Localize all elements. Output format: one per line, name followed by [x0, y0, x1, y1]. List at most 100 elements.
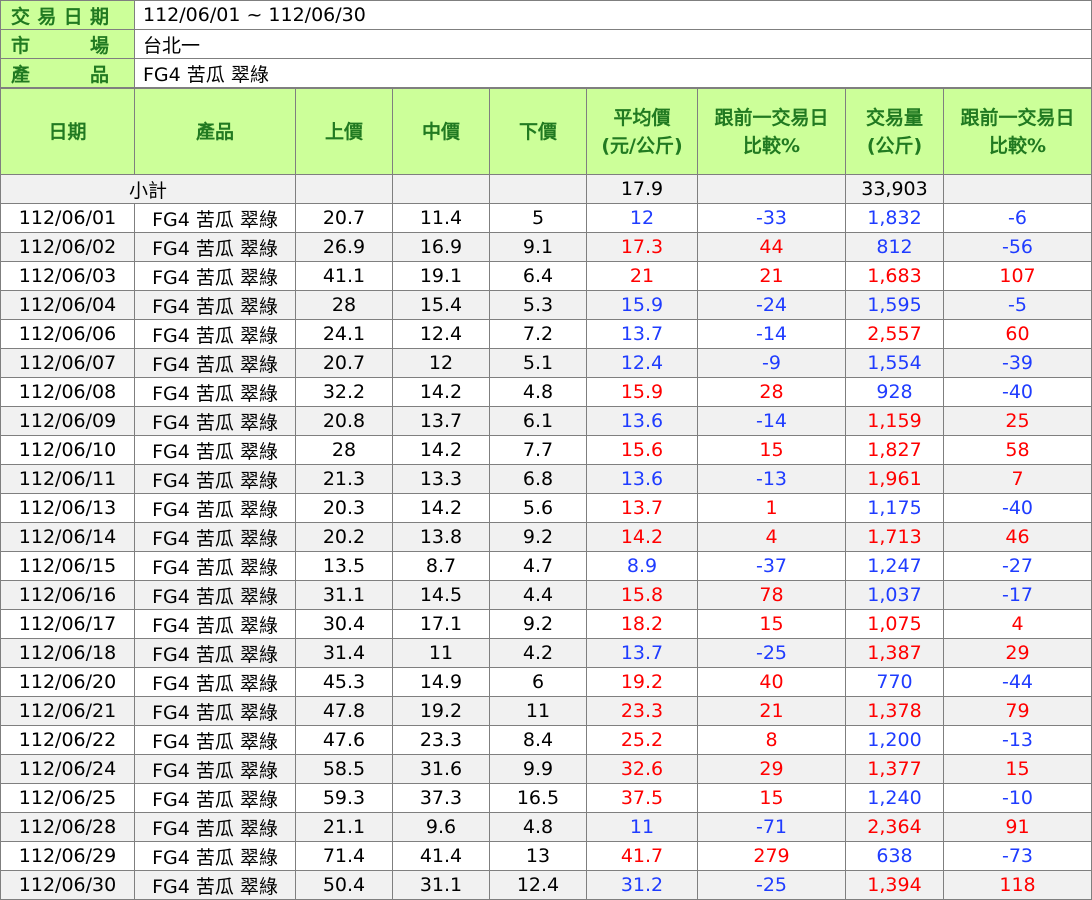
cell-volume: 812: [845, 232, 944, 262]
cell-high-price: 13.5: [295, 551, 393, 581]
cell-volume: 1,175: [845, 493, 944, 523]
table-row: 112/06/24 FG4 苦瓜 翠綠 58.5 31.6 9.9 32.6 29 1,377…: [0, 754, 1092, 784]
cell-volume: 1,832: [845, 203, 944, 233]
cell-avg-price: 15.9: [586, 377, 698, 407]
cell-volume-change: 29: [943, 638, 1092, 668]
cell-high-price: 50.4: [295, 870, 393, 900]
cell-volume: 1,827: [845, 435, 944, 465]
cell-product: FG4 苦瓜 翠綠: [134, 551, 296, 581]
cell-product: FG4 苦瓜 翠綠: [134, 725, 296, 755]
cell-avg-price-change: -25: [697, 870, 846, 900]
cell-date: 112/06/02: [0, 232, 135, 262]
cell-avg-price-change: -14: [697, 406, 846, 436]
cell-date: 112/06/22: [0, 725, 135, 755]
cell-high-price: 59.3: [295, 783, 393, 813]
cell-avg-price: 23.3: [586, 696, 698, 726]
cell-avg-price-change: -24: [697, 290, 846, 320]
cell-product: FG4 苦瓜 翠綠: [134, 783, 296, 813]
cell-product: FG4 苦瓜 翠綠: [134, 435, 296, 465]
cell-volume: 1,159: [845, 406, 944, 436]
cell-date: 112/06/01: [0, 203, 135, 233]
cell-date: 112/06/16: [0, 580, 135, 610]
cell-volume-change: -56: [943, 232, 1092, 262]
cell-date: 112/06/17: [0, 609, 135, 639]
cell-volume: 1,378: [845, 696, 944, 726]
cell-avg-price-change: 40: [697, 667, 846, 697]
cell-low-price: 7.7: [489, 435, 587, 465]
cell-avg-price: 41.7: [586, 841, 698, 871]
cell-avg-price: 32.6: [586, 754, 698, 784]
header-row: 日期 產品 上價 中價 下價 平均價 (元/公斤) 跟前一交易日 比較% 交易量 (公…: [0, 88, 1092, 175]
cell-high-price: 31.1: [295, 580, 393, 610]
cell-low-price: 11: [489, 696, 587, 726]
cell-mid-price: 13.3: [392, 464, 490, 494]
cell-volume-change: 107: [943, 261, 1092, 291]
cell-avg-price-change: 15: [697, 609, 846, 639]
cell-volume-change: 79: [943, 696, 1092, 726]
cell-volume-change: 58: [943, 435, 1092, 465]
header-avg-price: 平均價 (元/公斤): [586, 88, 698, 175]
cell-high-price: 45.3: [295, 667, 393, 697]
cell-date: 112/06/03: [0, 261, 135, 291]
cell-low-price: 8.4: [489, 725, 587, 755]
cell-low-price: 12.4: [489, 870, 587, 900]
market-row: 市場 台北一: [0, 29, 1092, 59]
subtotal-low: [489, 174, 587, 204]
cell-volume-change: -40: [943, 377, 1092, 407]
cell-low-price: 9.1: [489, 232, 587, 262]
cell-avg-price: 13.7: [586, 638, 698, 668]
cell-avg-price-change: 21: [697, 696, 846, 726]
cell-avg-price-change: 279: [697, 841, 846, 871]
cell-product: FG4 苦瓜 翠綠: [134, 812, 296, 842]
cell-date: 112/06/15: [0, 551, 135, 581]
cell-low-price: 5: [489, 203, 587, 233]
product-label: 產品: [0, 58, 135, 88]
cell-avg-price-change: -71: [697, 812, 846, 842]
cell-high-price: 26.9: [295, 232, 393, 262]
cell-mid-price: 15.4: [392, 290, 490, 320]
cell-product: FG4 苦瓜 翠綠: [134, 667, 296, 697]
table-row: 112/06/01 FG4 苦瓜 翠綠 20.7 11.4 5 12 -33 1,832 -6: [0, 203, 1092, 233]
header-date: 日期: [0, 88, 135, 175]
cell-low-price: 6.8: [489, 464, 587, 494]
table-row: 112/06/04 FG4 苦瓜 翠綠 28 15.4 5.3 15.9 -24 1,595-…: [0, 290, 1092, 320]
cell-low-price: 4.7: [489, 551, 587, 581]
cell-high-price: 24.1: [295, 319, 393, 349]
subtotal-volume-change: [943, 174, 1092, 204]
cell-high-price: 21.3: [295, 464, 393, 494]
cell-volume-change: -13: [943, 725, 1092, 755]
cell-high-price: 20.3: [295, 493, 393, 523]
cell-volume: 1,075: [845, 609, 944, 639]
cell-avg-price-change: 8: [697, 725, 846, 755]
cell-avg-price-change: -37: [697, 551, 846, 581]
cell-low-price: 5.3: [489, 290, 587, 320]
table-row: 112/06/30 FG4 苦瓜 翠綠 50.4 31.1 12.4 31.2 -25 1,3…: [0, 870, 1092, 900]
table-row: 112/06/20 FG4 苦瓜 翠綠 45.3 14.9 6 19.2 40 770 -44: [0, 667, 1092, 697]
cell-volume-change: -73: [943, 841, 1092, 871]
cell-avg-price: 13.6: [586, 406, 698, 436]
cell-high-price: 58.5: [295, 754, 393, 784]
cell-avg-price: 13.6: [586, 464, 698, 494]
cell-avg-price-change: 29: [697, 754, 846, 784]
cell-avg-price: 25.2: [586, 725, 698, 755]
cell-date: 112/06/04: [0, 290, 135, 320]
cell-low-price: 6.1: [489, 406, 587, 436]
cell-low-price: 4.8: [489, 377, 587, 407]
cell-high-price: 20.8: [295, 406, 393, 436]
table-row: 112/06/07 FG4 苦瓜 翠綠 20.7 12 5.1 12.4 -9 1,554 -3…: [0, 348, 1092, 378]
table-row: 112/06/13 FG4 苦瓜 翠綠 20.3 14.2 5.6 13.7 1 1,175-…: [0, 493, 1092, 523]
header-volume: 交易量 (公斤): [845, 88, 944, 175]
cell-volume: 1,200: [845, 725, 944, 755]
cell-mid-price: 37.3: [392, 783, 490, 813]
cell-high-price: 71.4: [295, 841, 393, 871]
cell-low-price: 5.6: [489, 493, 587, 523]
cell-avg-price-change: 15: [697, 435, 846, 465]
cell-avg-price-change: -33: [697, 203, 846, 233]
subtotal-row: 小計 17.9 33,903: [0, 174, 1092, 204]
cell-volume-change: 118: [943, 870, 1092, 900]
cell-volume: 1,394: [845, 870, 944, 900]
cell-product: FG4 苦瓜 翠綠: [134, 406, 296, 436]
cell-mid-price: 12: [392, 348, 490, 378]
cell-volume: 1,961: [845, 464, 944, 494]
cell-mid-price: 14.9: [392, 667, 490, 697]
